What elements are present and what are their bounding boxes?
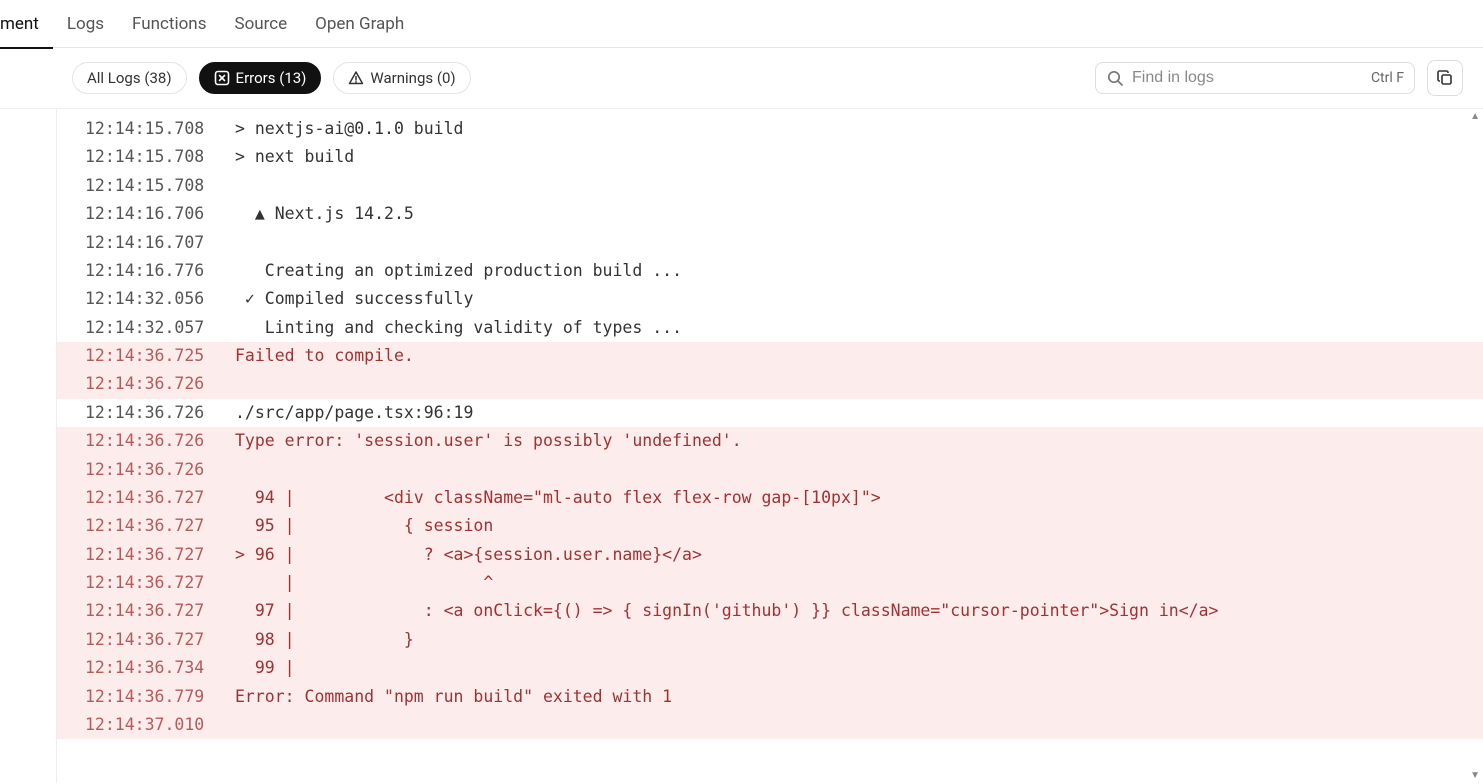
tab-functions[interactable]: Functions bbox=[118, 0, 220, 48]
tab-open-graph[interactable]: Open Graph bbox=[301, 0, 418, 48]
log-message bbox=[235, 370, 1483, 398]
log-message bbox=[235, 172, 1483, 200]
log-message: > nextjs-ai@0.1.0 build bbox=[235, 115, 1483, 143]
top-tab-bar: ment Logs Functions Source Open Graph bbox=[0, 0, 1483, 48]
log-timestamp: 12:14:16.776 bbox=[85, 257, 235, 285]
log-timestamp: 12:14:36.726 bbox=[85, 370, 235, 398]
log-timestamp: 12:14:36.726 bbox=[85, 456, 235, 484]
log-timestamp: 12:14:32.056 bbox=[85, 285, 235, 313]
tab-source[interactable]: Source bbox=[220, 0, 301, 48]
log-row: 12:14:36.726 bbox=[57, 370, 1483, 398]
log-message: ▲ Next.js 14.2.5 bbox=[235, 200, 1483, 228]
log-message: 98 | } bbox=[235, 626, 1483, 654]
log-message: Error: Command "npm run build" exited wi… bbox=[235, 683, 1483, 711]
log-list[interactable]: 12:14:15.708> nextjs-ai@0.1.0 build12:14… bbox=[57, 109, 1483, 783]
log-timestamp: 12:14:37.010 bbox=[85, 711, 235, 739]
log-message: 97 | : <a onClick={() => { signIn('githu… bbox=[235, 597, 1483, 625]
log-row: 12:14:36.779Error: Command "npm run buil… bbox=[57, 683, 1483, 711]
log-timestamp: 12:14:15.708 bbox=[85, 172, 235, 200]
log-message: 95 | { session bbox=[235, 512, 1483, 540]
filter-warnings[interactable]: Warnings (0) bbox=[333, 62, 470, 94]
log-row: 12:14:36.727> 96 | ? <a>{session.user.na… bbox=[57, 541, 1483, 569]
log-viewport: 12:14:15.708> nextjs-ai@0.1.0 build12:14… bbox=[56, 109, 1483, 783]
error-icon bbox=[214, 70, 230, 86]
log-row: 12:14:16.707 bbox=[57, 229, 1483, 257]
log-timestamp: 12:14:36.727 bbox=[85, 626, 235, 654]
log-message: > 96 | ? <a>{session.user.name}</a> bbox=[235, 541, 1483, 569]
log-row: 12:14:36.726Type error: 'session.user' i… bbox=[57, 427, 1483, 455]
tab-label: Functions bbox=[132, 14, 206, 34]
log-timestamp: 12:14:36.727 bbox=[85, 484, 235, 512]
log-row: 12:14:32.056 ✓ Compiled successfully bbox=[57, 285, 1483, 313]
log-row: 12:14:36.726./src/app/page.tsx:96:19 bbox=[57, 399, 1483, 427]
tab-label: Logs bbox=[67, 14, 104, 34]
log-row: 12:14:32.057 Linting and checking validi… bbox=[57, 314, 1483, 342]
log-row: 12:14:15.708 bbox=[57, 172, 1483, 200]
log-timestamp: 12:14:36.779 bbox=[85, 683, 235, 711]
log-row: 12:14:16.776 Creating an optimized produ… bbox=[57, 257, 1483, 285]
log-row: 12:14:15.708> nextjs-ai@0.1.0 build bbox=[57, 115, 1483, 143]
log-row: 12:14:36.727 | ^ bbox=[57, 569, 1483, 597]
log-message: 94 | <div className="ml-auto flex flex-r… bbox=[235, 484, 1483, 512]
log-message: Failed to compile. bbox=[235, 342, 1483, 370]
log-message bbox=[235, 456, 1483, 484]
log-timestamp: 12:14:36.727 bbox=[85, 512, 235, 540]
log-timestamp: 12:14:36.734 bbox=[85, 654, 235, 682]
search-shortcut: Ctrl F bbox=[1371, 70, 1404, 86]
log-timestamp: 12:14:32.057 bbox=[85, 314, 235, 342]
log-message bbox=[235, 711, 1483, 739]
log-message: ✓ Compiled successfully bbox=[235, 285, 1483, 313]
filter-errors[interactable]: Errors (13) bbox=[199, 62, 322, 94]
log-timestamp: 12:14:15.708 bbox=[85, 143, 235, 171]
log-message bbox=[235, 229, 1483, 257]
log-row: 12:14:37.010 bbox=[57, 711, 1483, 739]
log-timestamp: 12:14:16.706 bbox=[85, 200, 235, 228]
log-timestamp: 12:14:36.726 bbox=[85, 427, 235, 455]
tab-label: Open Graph bbox=[315, 14, 404, 34]
filter-label: Warnings (0) bbox=[370, 69, 455, 87]
log-row: 12:14:36.727 97 | : <a onClick={() => { … bbox=[57, 597, 1483, 625]
log-timestamp: 12:14:36.726 bbox=[85, 399, 235, 427]
log-row: 12:14:36.727 98 | } bbox=[57, 626, 1483, 654]
filter-label: Errors (13) bbox=[236, 69, 307, 87]
tab-deployment[interactable]: ment bbox=[0, 0, 53, 48]
log-message: Type error: 'session.user' is possibly '… bbox=[235, 427, 1483, 455]
filter-all-logs[interactable]: All Logs (38) bbox=[72, 62, 187, 94]
log-timestamp: 12:14:36.727 bbox=[85, 597, 235, 625]
log-row: 12:14:16.706 ▲ Next.js 14.2.5 bbox=[57, 200, 1483, 228]
tab-label: Source bbox=[234, 14, 287, 34]
log-row: 12:14:36.726 bbox=[57, 456, 1483, 484]
log-timestamp: 12:14:36.727 bbox=[85, 569, 235, 597]
log-row: 12:14:36.725Failed to compile. bbox=[57, 342, 1483, 370]
log-message: | ^ bbox=[235, 569, 1483, 597]
tab-label: ment bbox=[0, 14, 39, 34]
log-message: 99 | bbox=[235, 654, 1483, 682]
log-row: 12:14:15.708> next build bbox=[57, 143, 1483, 171]
log-message: Linting and checking validity of types .… bbox=[235, 314, 1483, 342]
log-timestamp: 12:14:16.707 bbox=[85, 229, 235, 257]
copy-logs-button[interactable] bbox=[1427, 60, 1463, 96]
filter-label: All Logs (38) bbox=[87, 69, 172, 87]
warning-icon bbox=[348, 70, 364, 86]
log-message: > next build bbox=[235, 143, 1483, 171]
log-timestamp: 12:14:36.727 bbox=[85, 541, 235, 569]
log-row: 12:14:36.727 94 | <div className="ml-aut… bbox=[57, 484, 1483, 512]
tab-logs[interactable]: Logs bbox=[53, 0, 118, 48]
search-icon bbox=[1106, 69, 1124, 87]
log-message: Creating an optimized production build .… bbox=[235, 257, 1483, 285]
copy-icon bbox=[1436, 69, 1454, 87]
log-message: ./src/app/page.tsx:96:19 bbox=[235, 399, 1483, 427]
search-input[interactable] bbox=[1132, 69, 1363, 87]
log-row: 12:14:36.727 95 | { session bbox=[57, 512, 1483, 540]
log-timestamp: 12:14:36.725 bbox=[85, 342, 235, 370]
log-row: 12:14:36.734 99 | bbox=[57, 654, 1483, 682]
log-toolbar: All Logs (38) Errors (13) Warnings (0) bbox=[0, 48, 1483, 109]
log-timestamp: 12:14:15.708 bbox=[85, 115, 235, 143]
log-search[interactable]: Ctrl F bbox=[1095, 62, 1415, 94]
